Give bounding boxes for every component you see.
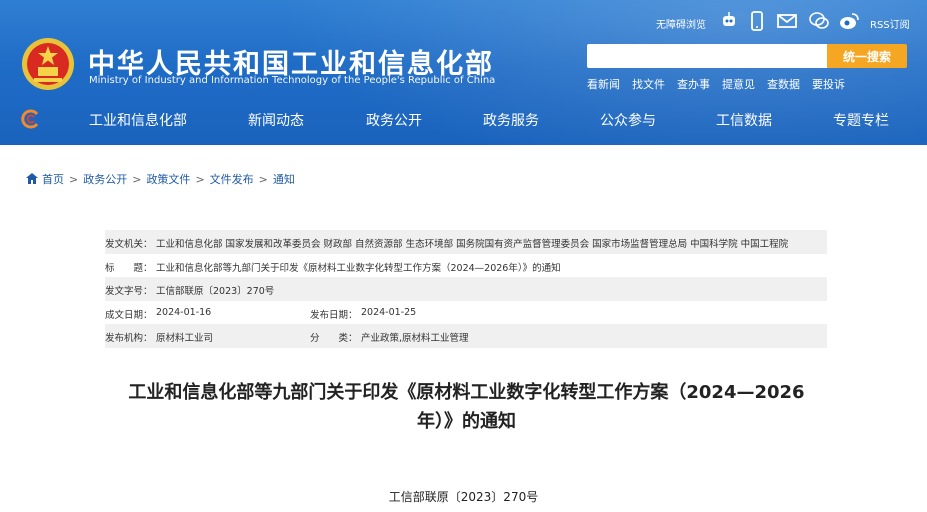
quick-link-news[interactable]: 看新闻	[587, 78, 620, 91]
quick-link-feedback[interactable]: 提意见	[722, 78, 755, 91]
rss-link[interactable]: RSS订阅	[870, 16, 910, 31]
title-label: 标 题：	[105, 262, 153, 274]
breadcrumb-notice[interactable]: 通知	[273, 173, 295, 186]
breadcrumb-home[interactable]: 首页	[42, 173, 64, 186]
breadcrumb-disclosure[interactable]: 政务公开	[83, 173, 127, 186]
document-title: 工业和信息化部等九部门关于印发《原材料工业数字化转型工作方案（2024—2026…	[100, 378, 833, 436]
search-input[interactable]	[587, 44, 827, 68]
breadcrumb-separator: >	[132, 173, 142, 186]
breadcrumb-separator: >	[195, 173, 205, 186]
nav-item-disclosure[interactable]: 政务公开	[366, 110, 422, 130]
document-meta-table: 发文机关： 工业和信息化部 国家发展和改革委员会 财政部 自然资源部 生态环境部…	[105, 230, 827, 348]
quick-links: 看新闻 找文件 查办事 提意见 查数据 要投诉	[587, 76, 857, 92]
document-title-line1: 工业和信息化部等九部门关于印发《原材料工业数字化转型工作方案（2024—2026	[128, 382, 805, 403]
org-label: 发布机构：	[105, 333, 153, 344]
meta-row-issuer: 发文机关： 工业和信息化部 国家发展和改革委员会 财政部 自然资源部 生态环境部…	[105, 230, 827, 254]
category-label: 分 类：	[310, 333, 358, 344]
accessibility-link[interactable]: 无障碍浏览	[656, 16, 706, 31]
document-title-line2: 年）》的通知	[417, 411, 516, 432]
issuer-value: 工业和信息化部 国家发展和改革委员会 财政部 自然资源部 生态环境部 国务院国有…	[156, 239, 789, 250]
breadcrumb-policy-files[interactable]: 政策文件	[146, 173, 190, 186]
nav-item-news[interactable]: 新闻动态	[248, 110, 304, 130]
weibo-icon[interactable]	[838, 10, 860, 32]
mobile-phone-icon[interactable]	[746, 10, 768, 32]
title-value: 工业和信息化部等九部门关于印发《原材料工业数字化转型工作方案（2024—2026…	[156, 262, 561, 274]
main-nav: 工业和信息化部 新闻动态 政务公开 政务服务 公众参与 工信数据 专题专栏	[0, 97, 927, 141]
site-header: 中华人民共和国工业和信息化部 Ministry of Industry and …	[0, 0, 927, 145]
quick-link-complaint[interactable]: 要投诉	[812, 78, 845, 91]
nav-logo-icon[interactable]	[20, 108, 42, 130]
robot-icon[interactable]	[718, 10, 740, 32]
wechat-icon[interactable]	[808, 10, 830, 32]
quick-link-data[interactable]: 查数据	[767, 78, 800, 91]
meta-row-org: 发布机构： 原材料工业司 分 类： 产业政策,原材料工业管理	[105, 324, 827, 348]
nav-item-topics[interactable]: 专题专栏	[833, 110, 889, 130]
breadcrumb: 首页 > 政务公开 > 政策文件 > 文件发布 > 通知	[26, 171, 295, 187]
meta-row-dates: 成文日期： 2024-01-16 发布日期： 2024-01-25	[105, 301, 827, 325]
breadcrumb-separator: >	[258, 173, 268, 186]
breadcrumb-file-release[interactable]: 文件发布	[210, 173, 254, 186]
site-subtitle: Ministry of Industry and Information Tec…	[89, 75, 496, 86]
published-date-value: 2024-01-25	[361, 306, 417, 318]
national-emblem-icon	[22, 38, 74, 90]
written-date-value: 2024-01-16	[156, 306, 212, 318]
search-button[interactable]: 统一搜索	[827, 44, 907, 68]
docno-label: 发文字号：	[105, 286, 153, 297]
meta-row-title: 标 题： 工业和信息化部等九部门关于印发《原材料工业数字化转型工作方案（2024…	[105, 254, 827, 278]
nav-item-miit[interactable]: 工业和信息化部	[89, 110, 187, 130]
org-value: 原材料工业司	[156, 333, 214, 344]
meta-row-docno: 发文字号： 工信部联原〔2023〕270号	[105, 277, 827, 301]
nav-item-services[interactable]: 政务服务	[483, 110, 539, 130]
category-value: 产业政策,原材料工业管理	[361, 333, 469, 344]
home-icon[interactable]	[26, 173, 38, 184]
quick-link-services[interactable]: 查办事	[677, 78, 710, 91]
docno-value: 工信部联原〔2023〕270号	[156, 286, 275, 297]
document-number: 工信部联原〔2023〕270号	[388, 490, 539, 504]
nav-item-participation[interactable]: 公众参与	[600, 110, 656, 130]
quick-link-files[interactable]: 找文件	[632, 78, 665, 91]
nav-item-data[interactable]: 工信数据	[716, 110, 772, 130]
breadcrumb-separator: >	[69, 173, 79, 186]
published-date-label: 发布日期：	[310, 309, 358, 321]
written-date-label: 成文日期：	[105, 309, 153, 321]
issuer-label: 发文机关：	[105, 239, 153, 250]
mail-icon[interactable]	[776, 10, 798, 32]
